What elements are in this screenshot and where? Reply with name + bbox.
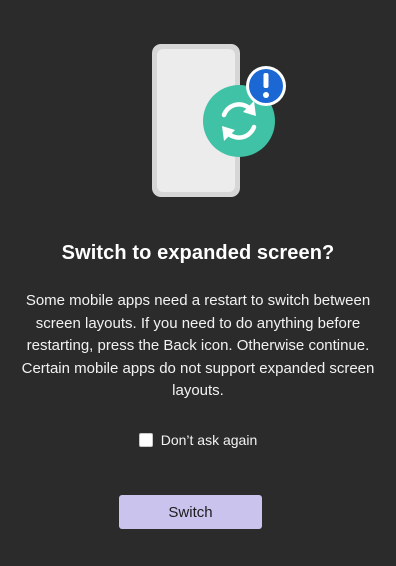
dialog-title: Switch to expanded screen?: [61, 242, 335, 264]
switch-screen-dialog: Switch to expanded screen? Some mobile a…: [0, 0, 396, 566]
checkbox-label: Don’t ask again: [160, 432, 258, 448]
alert-icon: [246, 66, 286, 106]
switch-button[interactable]: Switch: [119, 495, 262, 529]
dont-ask-again-checkbox[interactable]: Don’t ask again: [0, 432, 396, 448]
dialog-message: Some mobile apps need a restart to switc…: [21, 292, 375, 399]
checkbox-box[interactable]: [138, 433, 153, 447]
expanded-screen-illustration: [152, 44, 286, 197]
